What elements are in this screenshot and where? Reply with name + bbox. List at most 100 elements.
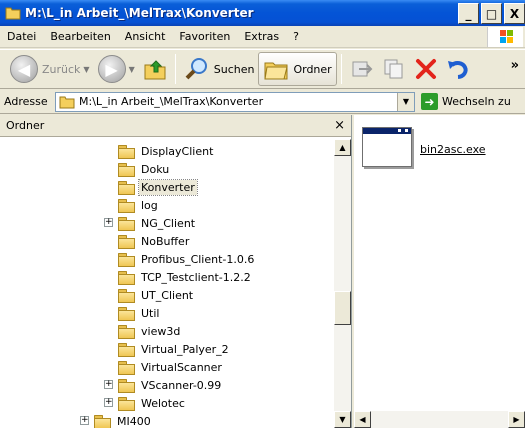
tree-item[interactable]: + MI400 [0, 412, 330, 428]
scroll-right-button[interactable]: ▶ [508, 411, 525, 428]
tree-item-label: Util [141, 307, 160, 320]
scrollbar-thumb[interactable] [334, 291, 351, 325]
folder-icon [118, 361, 135, 375]
back-button[interactable]: ◀ Zurück ▼ [6, 52, 94, 86]
menu-help[interactable]: ? [286, 30, 306, 43]
search-button[interactable]: Suchen [180, 52, 259, 86]
folder-icon [59, 96, 75, 108]
tree-item[interactable]: + VScanner-0.99 [0, 376, 330, 394]
title-bar[interactable]: M:\L_in Arbeit_\MelTrax\Konverter _ □ X [0, 0, 525, 26]
folders-icon [264, 62, 289, 80]
tree-item[interactable]: log [0, 196, 330, 214]
tree-item[interactable]: Konverter [0, 178, 330, 196]
chevron-down-icon[interactable]: ▼ [129, 65, 135, 74]
copy-to-button[interactable] [378, 52, 410, 86]
horizontal-scrollbar[interactable]: ◀ ▶ [354, 411, 525, 428]
window-title: M:\L_in Arbeit_\MelTrax\Konverter [25, 6, 254, 20]
tree-item[interactable]: DisplayClient [0, 142, 330, 160]
maximize-button[interactable]: □ [481, 3, 502, 24]
folder-icon [118, 379, 135, 393]
expand-icon[interactable]: + [104, 218, 113, 227]
tree-item-label: NoBuffer [141, 235, 190, 248]
go-button[interactable]: ➜ Wechseln zu [421, 93, 511, 110]
folder-icon [118, 145, 135, 159]
expand-icon[interactable]: + [80, 416, 89, 425]
menu-favoriten[interactable]: Favoriten [172, 30, 237, 43]
tree-item-label: Konverter [138, 179, 198, 196]
undo-icon [447, 61, 468, 79]
folders-pane-title: Ordner [6, 119, 45, 132]
address-label: Adresse [4, 95, 48, 108]
folder-icon [118, 271, 135, 285]
folder-icon [118, 397, 135, 411]
tree-item-label: MI400 [117, 415, 151, 428]
close-icon[interactable]: × [334, 118, 345, 133]
file-item[interactable]: bin2asc.exe [362, 127, 486, 167]
tree-item-label: TCP_Testclient-1.2.2 [141, 271, 251, 284]
address-input[interactable]: M:\L_in Arbeit_\MelTrax\Konverter ▼ [55, 91, 415, 112]
chevron-down-icon[interactable]: ▼ [83, 65, 89, 74]
menu-ansicht[interactable]: Ansicht [118, 30, 173, 43]
tree-item-label: Virtual_Palyer_2 [141, 343, 229, 356]
tree-item[interactable]: Profibus_Client-1.0.6 [0, 250, 330, 268]
vertical-scrollbar[interactable]: ▲ ▼ [334, 139, 351, 428]
menu-bearbeiten[interactable]: Bearbeiten [43, 30, 117, 43]
up-folder-icon [144, 60, 166, 80]
tree-item[interactable]: + Welotec [0, 394, 330, 412]
tree-item[interactable]: TCP_Testclient-1.2.2 [0, 268, 330, 286]
menu-extras[interactable]: Extras [237, 30, 286, 43]
toolbar-separator [340, 54, 342, 84]
minimize-button[interactable]: _ [458, 3, 479, 24]
copy-to-icon [384, 59, 403, 79]
scroll-left-button[interactable]: ◀ [354, 411, 371, 428]
delete-button[interactable] [410, 52, 442, 86]
forward-arrow-icon: ▶ [97, 55, 126, 83]
forward-button[interactable]: ▶ ▼ [94, 52, 139, 86]
tree-item-label: view3d [141, 325, 181, 338]
back-arrow-icon: ◀ [10, 55, 38, 83]
folder-icon [118, 217, 135, 231]
folder-icon [118, 253, 135, 267]
tree-item[interactable]: view3d [0, 322, 330, 340]
toolbar-overflow-button[interactable]: » [511, 58, 519, 73]
search-label: Suchen [213, 62, 255, 76]
menu-datei[interactable]: Datei [0, 30, 43, 43]
tree-item[interactable]: + NG_Client [0, 214, 330, 232]
go-arrow-icon: ➜ [421, 93, 438, 110]
tree-item[interactable]: UT_Client [0, 286, 330, 304]
back-label: Zurück [42, 62, 81, 76]
chevron-down-icon[interactable]: ▼ [397, 92, 414, 111]
tree-item[interactable]: Virtual_Palyer_2 [0, 340, 330, 358]
expand-icon[interactable]: + [104, 380, 113, 389]
scroll-down-button[interactable]: ▼ [334, 411, 351, 428]
move-to-button[interactable] [346, 52, 378, 86]
tree-item-label: UT_Client [141, 289, 194, 302]
expand-icon[interactable]: + [104, 398, 113, 407]
folder-icon [118, 163, 135, 177]
tree-item-label: NG_Client [141, 217, 196, 230]
address-value: M:\L_in Arbeit_\MelTrax\Konverter [79, 95, 264, 108]
close-button[interactable]: X [504, 3, 525, 24]
tree-item-label: VScanner-0.99 [141, 379, 222, 392]
tree-item-label: Doku [141, 163, 170, 176]
folder-icon [5, 6, 21, 20]
folder-tree: DisplayClient Doku Konverter log + NG_Client N… [0, 139, 330, 428]
up-folder-button[interactable] [139, 52, 171, 86]
tree-item[interactable]: Doku [0, 160, 330, 178]
tree-item[interactable]: Util [0, 304, 330, 322]
tree-item-label: Profibus_Client-1.0.6 [141, 253, 255, 266]
address-bar: Adresse M:\L_in Arbeit_\MelTrax\Konverte… [0, 90, 525, 114]
folder-icon [118, 343, 135, 357]
tree-item[interactable]: NoBuffer [0, 232, 330, 250]
folder-icon [94, 415, 111, 428]
tree-item[interactable]: VirtualScanner [0, 358, 330, 376]
menu-bar: Datei Bearbeiten Ansicht Favoriten Extra… [0, 26, 525, 48]
go-label: Wechseln zu [442, 95, 511, 108]
folder-icon [118, 307, 135, 321]
folder-icon [118, 289, 135, 303]
folders-button[interactable]: Ordner [258, 52, 337, 86]
folders-pane-header: Ordner × [0, 115, 351, 137]
toolbar: ◀ Zurück ▼ ▶ ▼ Suchen Ordner » [0, 49, 525, 89]
scroll-up-button[interactable]: ▲ [334, 139, 351, 156]
undo-button[interactable] [442, 52, 474, 86]
